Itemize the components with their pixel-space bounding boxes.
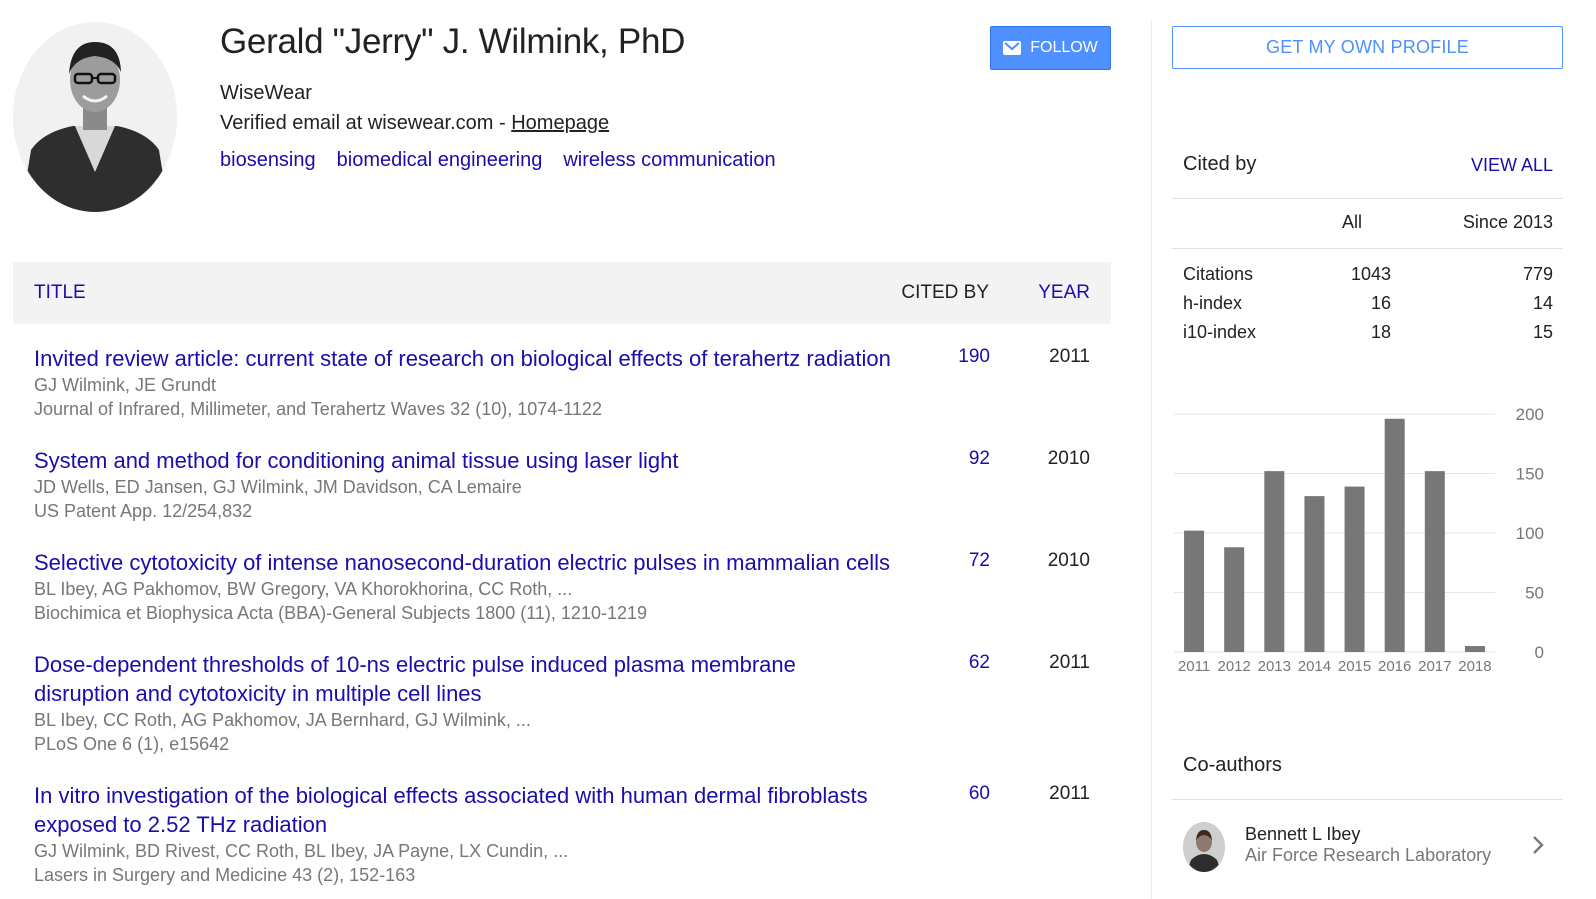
chart-x-tick-label: 2014 bbox=[1298, 658, 1331, 672]
sort-by-title[interactable]: TITLE bbox=[34, 282, 86, 304]
chart-bar[interactable] bbox=[1264, 471, 1285, 652]
citations-per-year-chart: 0 50 100 150 200 2011 2012 2013 2014 2015 2016 2017… bbox=[1174, 405, 1544, 672]
chart-x-tick-label: 2017 bbox=[1418, 658, 1451, 672]
profile-photo bbox=[13, 22, 177, 212]
profile-affiliation: WiseWear bbox=[220, 82, 312, 104]
cited-by-heading: Cited by bbox=[1183, 153, 1257, 175]
article-authors: BL Ibey, AG Pakhomov, BW Gregory, VA Kho… bbox=[34, 579, 573, 599]
article-venue: US Patent App. 12/254,832 bbox=[34, 501, 253, 521]
chart-bar[interactable] bbox=[1304, 496, 1325, 652]
stats-row-citations: Citations 1043 779 bbox=[1183, 264, 1553, 288]
article-venue: Journal of Infrared, Millimeter, and Ter… bbox=[34, 399, 602, 419]
article-authors: JD Wells, ED Jansen, GJ Wilmink, JM Davi… bbox=[34, 477, 522, 497]
chart-x-tick-label: 2013 bbox=[1258, 658, 1291, 672]
article-authors: BL Ibey, CC Roth, AG Pakhomov, JA Bernha… bbox=[34, 710, 531, 730]
chart-x-tick-label: 2015 bbox=[1338, 658, 1371, 672]
article-row: Dose-dependent thresholds of 10-ns elect… bbox=[34, 650, 1111, 756]
chart-x-tick-label: 2016 bbox=[1378, 658, 1411, 672]
article-row: System and method for conditioning anima… bbox=[34, 446, 1111, 523]
article-cited-by-link[interactable]: 60 bbox=[969, 783, 990, 805]
chart-y-tick-label: 100 bbox=[1516, 524, 1544, 543]
article-year: 2010 bbox=[1047, 448, 1090, 469]
coauthor-avatar bbox=[1183, 822, 1225, 872]
article-cited-by-link[interactable]: 190 bbox=[958, 346, 990, 368]
articles-table-header: TITLE CITED BY YEAR bbox=[13, 262, 1111, 324]
article-title-link[interactable]: Dose-dependent thresholds of 10-ns elect… bbox=[34, 650, 894, 708]
verified-email-text: Verified email at wisewear.com - bbox=[220, 112, 512, 134]
stats-row-h-index: h-index 16 14 bbox=[1183, 293, 1553, 317]
article-row: In vitro investigation of the biological… bbox=[34, 781, 1111, 887]
get-my-own-profile-button[interactable]: GET MY OWN PROFILE bbox=[1172, 26, 1563, 69]
chart-bar[interactable] bbox=[1184, 530, 1205, 652]
coauthor-item[interactable]: Bennett L Ibey Air Force Research Labora… bbox=[1183, 822, 1553, 876]
sort-by-cited[interactable]: CITED BY bbox=[901, 282, 989, 304]
article-venue: Biochimica et Biophysica Acta (BBA)-Gene… bbox=[34, 603, 647, 623]
chart-y-tick-label: 50 bbox=[1525, 584, 1544, 603]
stats-row-i10-index: i10-index 18 15 bbox=[1183, 322, 1553, 346]
interest-link[interactable]: biomedical engineering bbox=[337, 149, 543, 172]
article-venue: Lasers in Surgery and Medicine 43 (2), 1… bbox=[34, 865, 416, 885]
coauthor-name: Bennett L Ibey bbox=[1245, 824, 1361, 844]
homepage-link[interactable]: Homepage bbox=[511, 112, 609, 134]
research-interests: biosensing biomedical engineering wirele… bbox=[220, 149, 776, 172]
stats-label: Citations bbox=[1183, 264, 1254, 284]
stats-all: 1043 bbox=[1350, 264, 1391, 284]
sort-by-year[interactable]: YEAR bbox=[1038, 282, 1090, 304]
divider bbox=[1172, 248, 1563, 249]
stats-label: h-index bbox=[1183, 293, 1243, 313]
chart-bar[interactable] bbox=[1424, 471, 1445, 652]
article-authors: GJ Wilmink, BD Rivest, CC Roth, BL Ibey,… bbox=[34, 841, 569, 861]
stats-header-all: All bbox=[1341, 212, 1362, 232]
article-cited-by-link[interactable]: 92 bbox=[969, 448, 990, 470]
follow-button[interactable]: FOLLOW bbox=[990, 26, 1111, 70]
article-year: 2011 bbox=[1049, 652, 1090, 673]
divider bbox=[1172, 198, 1563, 199]
chart-y-tick-label: 200 bbox=[1516, 405, 1544, 424]
chart-bar[interactable] bbox=[1344, 486, 1365, 652]
stats-since: 779 bbox=[1522, 264, 1553, 284]
article-venue: PLoS One 6 (1), e15642 bbox=[34, 734, 230, 754]
chevron-right-icon[interactable] bbox=[1531, 834, 1545, 856]
chart-bar[interactable] bbox=[1224, 547, 1245, 652]
chart-y-tick-label: 0 bbox=[1535, 643, 1544, 662]
verified-email: Verified email at wisewear.com - Homepag… bbox=[220, 112, 609, 135]
stats-since: 15 bbox=[1532, 322, 1553, 342]
stats-header-since: Since 2013 bbox=[1462, 212, 1553, 232]
stats-since: 14 bbox=[1532, 293, 1553, 313]
article-year: 2010 bbox=[1047, 550, 1090, 571]
coauthor-affiliation: Air Force Research Laboratory bbox=[1245, 845, 1492, 865]
chart-x-tick-label: 2018 bbox=[1458, 658, 1491, 672]
article-cited-by-link[interactable]: 72 bbox=[969, 550, 990, 572]
chart-y-tick-label: 150 bbox=[1516, 465, 1544, 484]
article-row: Invited review article: current state of… bbox=[34, 344, 1111, 421]
view-all-link[interactable]: VIEW ALL bbox=[1471, 155, 1553, 176]
divider bbox=[1172, 799, 1563, 800]
article-title-link[interactable]: Invited review article: current state of… bbox=[34, 344, 894, 373]
coauthors-heading: Co-authors bbox=[1183, 754, 1282, 776]
article-year: 2011 bbox=[1049, 783, 1090, 804]
chart-x-tick-label: 2011 bbox=[1178, 658, 1210, 672]
article-authors: GJ Wilmink, JE Grundt bbox=[34, 375, 217, 395]
stats-all: 16 bbox=[1370, 293, 1391, 313]
article-year: 2011 bbox=[1049, 346, 1090, 367]
article-title-link[interactable]: System and method for conditioning anima… bbox=[34, 446, 894, 475]
article-row: Selective cytotoxicity of intense nanose… bbox=[34, 548, 1111, 625]
chart-bar[interactable] bbox=[1464, 646, 1485, 652]
mail-icon bbox=[1003, 41, 1022, 55]
follow-label: FOLLOW bbox=[1030, 39, 1098, 56]
chart-bar[interactable] bbox=[1384, 418, 1405, 652]
interest-link[interactable]: wireless communication bbox=[563, 149, 775, 172]
column-divider bbox=[1151, 20, 1152, 899]
article-title-link[interactable]: In vitro investigation of the biological… bbox=[34, 781, 894, 839]
stats-all: 18 bbox=[1370, 322, 1391, 342]
profile-name: Gerald "Jerry" J. Wilmink, PhD bbox=[220, 22, 686, 61]
chart-x-tick-label: 2012 bbox=[1218, 658, 1251, 672]
article-cited-by-link[interactable]: 62 bbox=[969, 652, 990, 674]
article-title-link[interactable]: Selective cytotoxicity of intense nanose… bbox=[34, 548, 894, 577]
stats-label: i10-index bbox=[1183, 322, 1257, 342]
interest-link[interactable]: biosensing bbox=[220, 149, 316, 172]
